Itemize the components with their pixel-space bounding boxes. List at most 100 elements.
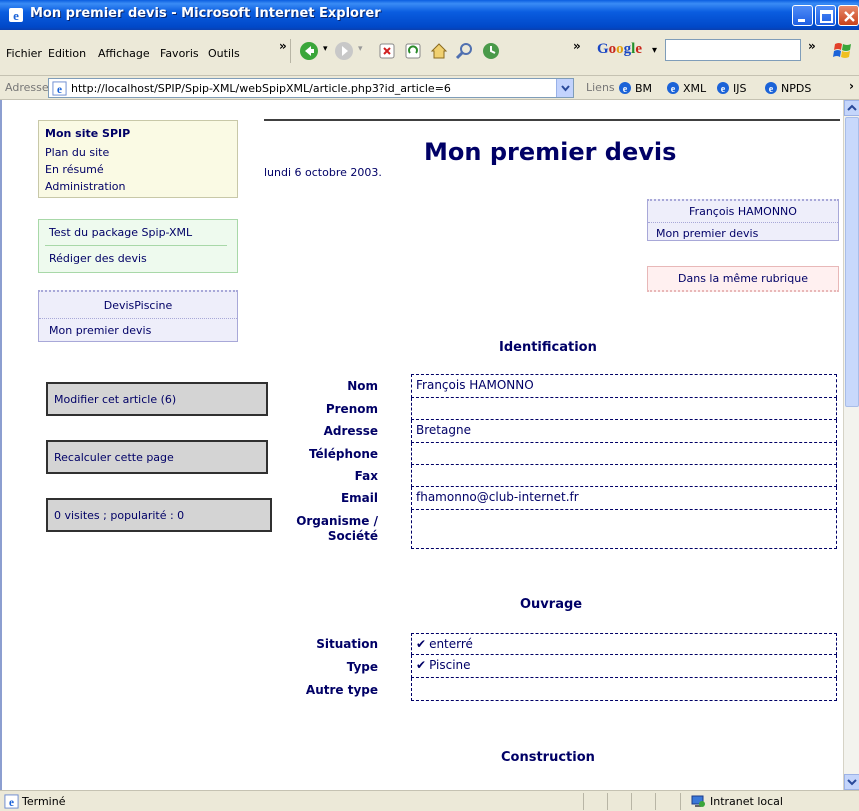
author-article-link[interactable]: Mon premier devis xyxy=(656,225,830,242)
field-value-adresse: Bretagne xyxy=(411,420,837,443)
links-chevron[interactable]: › xyxy=(849,79,854,93)
google-logo: Google xyxy=(597,41,643,57)
links-label: Liens xyxy=(586,81,615,94)
page-icon: e xyxy=(52,81,67,96)
address-input[interactable]: e http://localhost/SPIP/Spip-XML/webSpip… xyxy=(48,78,574,98)
field-label-prenom: Prenom xyxy=(325,402,378,416)
same-rubric-box[interactable]: Dans la même rubrique xyxy=(647,266,839,292)
toolbar-separator xyxy=(290,39,291,63)
section-identification-title: Identification xyxy=(499,340,597,355)
field-label-nom: Nom xyxy=(347,379,378,393)
test-package-link[interactable]: Test du package Spip-XML xyxy=(49,224,227,241)
search-icon[interactable] xyxy=(454,40,476,62)
minimize-button[interactable] xyxy=(792,5,813,26)
toolbar-chevron[interactable]: » xyxy=(573,39,581,53)
ie-link-icon: e xyxy=(717,82,729,95)
forward-dropdown-icon[interactable]: ▾ xyxy=(358,44,363,54)
scroll-down-button[interactable] xyxy=(844,774,859,790)
status-separator xyxy=(583,793,584,810)
link-bm-label: BM xyxy=(635,82,653,95)
link-bm[interactable]: e BM xyxy=(618,81,652,95)
menu-affichage[interactable]: Affichage xyxy=(98,47,150,60)
svg-text:e: e xyxy=(623,84,628,95)
site-nav-box: Mon site SPIP Plan du site En résumé Adm… xyxy=(38,120,238,198)
google-dropdown-icon[interactable]: ▾ xyxy=(652,45,657,56)
svg-text:e: e xyxy=(13,8,19,23)
menu-edition[interactable]: Edition xyxy=(48,47,86,60)
maximize-button[interactable] xyxy=(815,5,836,26)
intranet-zone-icon xyxy=(691,795,705,807)
field-label-autre-type: Autre type xyxy=(305,683,378,697)
link-ijs-label: IJS xyxy=(733,82,747,95)
svg-text:e: e xyxy=(9,797,14,809)
rubrique-title-link[interactable]: DevisPiscine xyxy=(49,298,227,314)
author-link[interactable]: François HAMONNO xyxy=(656,204,830,220)
box-divider xyxy=(45,245,227,246)
en-resume-link[interactable]: En résumé xyxy=(45,161,231,178)
page-title: Mon premier devis xyxy=(424,138,677,166)
link-npds-label: NPDS xyxy=(781,82,812,95)
refresh-icon[interactable] xyxy=(402,40,424,62)
field-value-organisme xyxy=(411,510,837,549)
address-bar: Adresse e http://localhost/SPIP/Spip-XML… xyxy=(0,76,859,100)
address-url: http://localhost/SPIP/Spip-XML/webSpipXM… xyxy=(71,82,451,95)
title-bar: e Mon premier devis - Microsoft Internet… xyxy=(0,0,859,30)
address-dropdown-button[interactable] xyxy=(556,79,573,97)
home-icon[interactable] xyxy=(428,40,450,62)
history-icon[interactable] xyxy=(480,40,502,62)
minimize-icon xyxy=(798,19,805,22)
back-icon[interactable] xyxy=(298,40,320,62)
field-label-situation: Situation xyxy=(316,637,378,651)
windows-logo-icon xyxy=(833,43,851,58)
chevron-up-icon xyxy=(847,104,857,111)
rubrique-box: DevisPiscine Mon premier devis xyxy=(38,290,238,342)
svg-text:e: e xyxy=(721,84,726,95)
menu-chevron[interactable]: » xyxy=(279,39,287,53)
menu-favoris[interactable]: Favoris xyxy=(160,47,199,60)
link-ijs[interactable]: e IJS xyxy=(716,81,746,95)
modifier-article-button[interactable]: Modifier cet article (6) xyxy=(46,382,268,416)
back-dropdown-icon[interactable]: ▾ xyxy=(323,44,328,54)
forward-icon[interactable] xyxy=(333,40,355,62)
field-value-autre-type xyxy=(411,678,837,701)
checkmark-icon: ✔ xyxy=(416,637,427,651)
status-text: Terminé xyxy=(22,795,66,808)
vertical-scrollbar[interactable] xyxy=(843,100,859,790)
field-value-nom: François HAMONNO xyxy=(411,374,837,398)
field-label-telephone: Téléphone xyxy=(308,447,378,461)
ie-icon: e xyxy=(9,8,23,23)
menu-fichier[interactable]: Fichier xyxy=(6,47,42,60)
menu-outils[interactable]: Outils xyxy=(208,47,240,60)
svg-text:e: e xyxy=(57,84,62,96)
status-separator xyxy=(655,793,656,810)
ie-link-icon: e xyxy=(765,82,777,95)
author-box: François HAMONNO Mon premier devis xyxy=(647,199,839,241)
site-title-link[interactable]: Mon site SPIP xyxy=(45,125,231,142)
field-label-organisme: Organisme / Société xyxy=(296,514,378,543)
link-xml[interactable]: e XML xyxy=(666,81,706,95)
rediger-devis-link[interactable]: Rédiger des devis xyxy=(49,250,227,267)
field-value-email: fhamonno@club-internet.fr xyxy=(411,487,837,510)
page-done-icon: e xyxy=(4,794,19,809)
scroll-thumb[interactable] xyxy=(845,117,859,407)
maximize-icon xyxy=(820,10,833,23)
type-value: Piscine xyxy=(429,658,471,672)
article-date: lundi 6 octobre 2003. xyxy=(264,166,382,179)
google-search-input[interactable] xyxy=(665,39,801,61)
scroll-up-button[interactable] xyxy=(844,100,859,116)
google-chevron[interactable]: » xyxy=(808,39,816,53)
close-button[interactable] xyxy=(838,5,859,26)
plan-du-site-link[interactable]: Plan du site xyxy=(45,144,231,161)
visites-popularite-box: 0 visites ; popularité : 0 xyxy=(46,498,272,532)
rubrique-article-link[interactable]: Mon premier devis xyxy=(49,322,227,339)
stop-icon[interactable] xyxy=(376,40,398,62)
box-divider xyxy=(648,222,838,223)
recalculer-page-button[interactable]: Recalculer cette page xyxy=(46,440,268,474)
ie-link-icon: e xyxy=(667,82,679,95)
status-bar: e Terminé Intranet local xyxy=(0,790,859,811)
administration-link[interactable]: Administration xyxy=(45,178,231,195)
link-npds[interactable]: e NPDS xyxy=(764,81,811,95)
field-label-fax: Fax xyxy=(354,469,378,483)
box-divider xyxy=(39,318,237,319)
status-zone: Intranet local xyxy=(710,795,783,808)
